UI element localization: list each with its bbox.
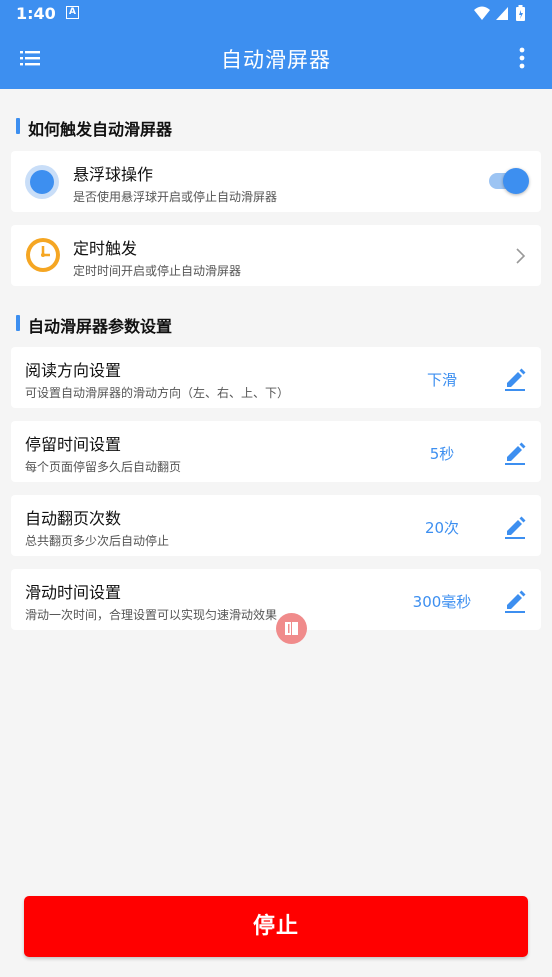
wifi-icon bbox=[474, 6, 490, 20]
setting-value: 下滑 bbox=[426, 371, 457, 389]
section-title-params: 自动滑屏器参数设置 bbox=[16, 313, 172, 337]
setting-value: 20次 bbox=[424, 519, 460, 537]
card-subtitle: 可设置自动滑屏器的滑动方向（左、右、上、下） bbox=[25, 386, 290, 400]
card-subtitle: 定时时间开启或停止自动滑屏器 bbox=[73, 264, 242, 278]
clock-icon bbox=[25, 237, 61, 273]
status-time: 1:40 bbox=[16, 4, 56, 23]
card-subtitle: 是否使用悬浮球开启或停止自动滑屏器 bbox=[73, 190, 278, 204]
chevron-right-icon[interactable] bbox=[515, 247, 527, 265]
card-title: 悬浮球操作 bbox=[73, 165, 154, 184]
setting-value: 5秒 bbox=[429, 445, 455, 463]
card-title: 自动翻页次数 bbox=[25, 509, 122, 528]
edit-icon[interactable] bbox=[503, 587, 527, 613]
app-bar: 自动滑屏器 bbox=[0, 28, 552, 89]
card-subtitle: 滑动一次时间，合理设置可以实现匀速滑动效果 bbox=[25, 608, 278, 622]
stop-button[interactable]: 停止 bbox=[24, 896, 528, 957]
card-subtitle: 每个页面停留多久后自动翻页 bbox=[25, 460, 182, 474]
floating-ball-icon bbox=[25, 165, 59, 199]
edit-icon[interactable] bbox=[503, 513, 527, 539]
page-turn-count-card[interactable]: 自动翻页次数 总共翻页多少次后自动停止 20次 bbox=[11, 495, 541, 556]
card-title: 阅读方向设置 bbox=[25, 361, 122, 380]
notification-icon: A bbox=[66, 6, 79, 19]
status-icons bbox=[472, 4, 538, 28]
card-title: 滑动时间设置 bbox=[25, 583, 122, 602]
top-bar: 1:40 A 自动滑屏器 bbox=[0, 0, 552, 89]
setting-value: 300毫秒 bbox=[412, 593, 472, 611]
edit-icon[interactable] bbox=[503, 365, 527, 391]
edit-icon[interactable] bbox=[503, 439, 527, 465]
card-title: 停留时间设置 bbox=[25, 435, 122, 454]
floating-book-icon[interactable] bbox=[276, 613, 307, 644]
floating-ball-card[interactable]: 悬浮球操作 是否使用悬浮球开启或停止自动滑屏器 bbox=[11, 151, 541, 212]
battery-icon bbox=[516, 5, 525, 21]
status-bar: 1:40 A bbox=[0, 0, 552, 28]
floating-ball-toggle[interactable] bbox=[489, 168, 529, 194]
more-vert-icon[interactable] bbox=[510, 46, 534, 70]
reading-direction-card[interactable]: 阅读方向设置 可设置自动滑屏器的滑动方向（左、右、上、下） 下滑 bbox=[11, 347, 541, 408]
card-title: 定时触发 bbox=[73, 239, 138, 258]
section-title-trigger: 如何触发自动滑屏器 bbox=[16, 116, 172, 140]
timer-trigger-card[interactable]: 定时触发 定时时间开启或停止自动滑屏器 bbox=[11, 225, 541, 286]
card-subtitle: 总共翻页多少次后自动停止 bbox=[25, 534, 170, 548]
stay-time-card[interactable]: 停留时间设置 每个页面停留多久后自动翻页 5秒 bbox=[11, 421, 541, 482]
signal-icon bbox=[496, 7, 508, 20]
app-title: 自动滑屏器 bbox=[221, 48, 331, 72]
